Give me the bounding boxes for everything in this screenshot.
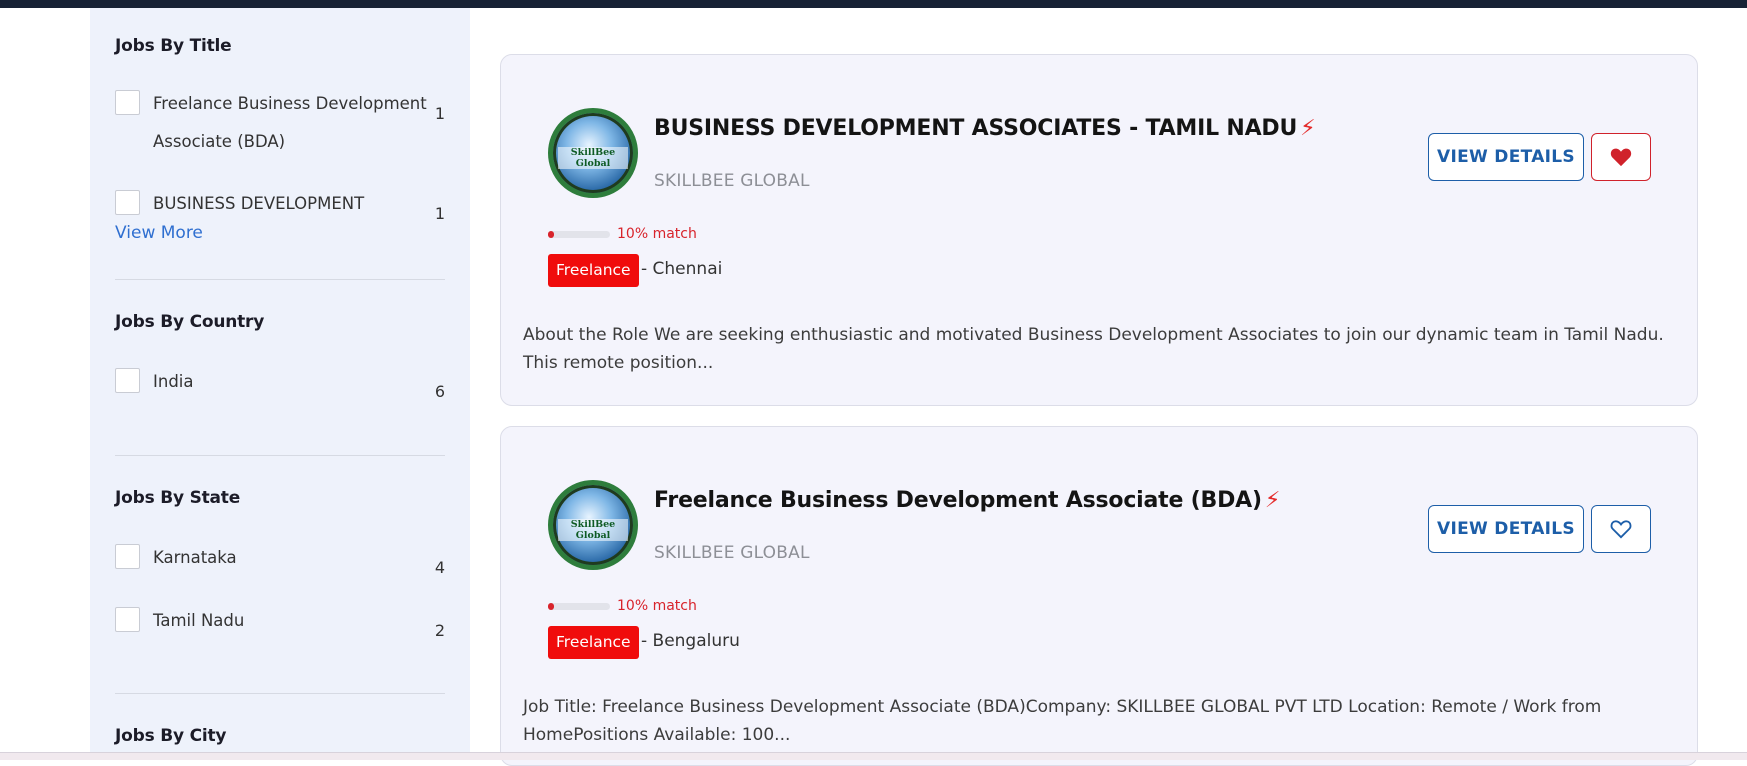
filter-label-line: Associate (BDA) (153, 132, 286, 151)
filter-label: Karnataka (153, 548, 237, 567)
company-logo: SkillBee Global (548, 480, 638, 570)
job-description: Job Title: Freelance Business Developmen… (523, 697, 1602, 745)
filter-section-country: Jobs By Country (115, 312, 445, 332)
job-location: - Chennai (641, 259, 723, 279)
job-title[interactable]: Freelance Business Development Associate… (654, 488, 1280, 513)
job-title-text[interactable]: BUSINESS DEVELOPMENT ASSOCIATES - TAMIL … (654, 116, 1297, 141)
divider (115, 693, 445, 694)
job-type-badge: Freelance (548, 626, 639, 659)
job-description: About the Role We are seeking enthusiast… (523, 325, 1664, 373)
filter-heading-state: Jobs By State (115, 488, 241, 508)
bottom-bar (0, 752, 1747, 760)
job-type-badge: Freelance (548, 254, 639, 287)
job-title-text[interactable]: Freelance Business Development Associate… (654, 488, 1262, 513)
company-logo-text: SkillBee Global (558, 519, 628, 541)
filter-section-state: Jobs By State (115, 488, 445, 508)
match-progress-bar (548, 231, 610, 238)
job-card[interactable]: SkillBee Global Freelance Business Devel… (500, 426, 1698, 766)
filter-heading-country: Jobs By Country (115, 312, 265, 332)
filter-label-line: Freelance Business Development (153, 94, 427, 113)
filter-list-country: India 6 (115, 368, 445, 408)
filter-section-city: Jobs By City (115, 726, 445, 746)
filter-count: 1 (434, 204, 445, 223)
filter-label: India (153, 372, 194, 391)
divider (115, 455, 445, 456)
filter-count: 1 (434, 104, 445, 123)
company-name: SKILLBEE GLOBAL (654, 171, 810, 191)
company-logo-text: SkillBee Global (558, 147, 628, 169)
filter-list-state: Karnataka 4 Tamil Nadu 2 (115, 544, 445, 654)
filter-label: Tamil Nadu (153, 611, 245, 630)
match-progress-bar (548, 603, 610, 610)
divider (115, 279, 445, 280)
company-logo: SkillBee Global (548, 108, 638, 198)
lightning-icon: ⚡ (1300, 116, 1316, 141)
filter-heading-title: Jobs By Title (115, 36, 232, 56)
match-percentage: 10% match (617, 598, 697, 614)
filter-count: 6 (434, 382, 445, 401)
favorite-button[interactable] (1591, 505, 1651, 553)
match-progress-fill (548, 603, 555, 610)
filter-checkbox[interactable] (115, 607, 140, 632)
view-details-button[interactable]: VIEW DETAILS (1428, 133, 1584, 181)
filter-checkbox[interactable] (115, 544, 140, 569)
view-details-button[interactable]: VIEW DETAILS (1428, 505, 1584, 553)
filter-checkbox[interactable] (115, 190, 140, 215)
top-navbar (0, 0, 1747, 8)
filter-section-title: Jobs By Title (115, 36, 445, 56)
filter-checkbox[interactable] (115, 90, 140, 115)
filter-count: 2 (434, 621, 445, 640)
job-title[interactable]: BUSINESS DEVELOPMENT ASSOCIATES - TAMIL … (654, 116, 1316, 141)
favorite-button[interactable] (1591, 133, 1651, 181)
lightning-icon: ⚡ (1264, 488, 1281, 513)
heart-filled-icon (1610, 148, 1632, 167)
filter-sidebar: Jobs By Title Freelance Business Develop… (90, 8, 470, 752)
view-more-link[interactable]: View More (115, 223, 203, 243)
filter-heading-city: Jobs By City (115, 726, 227, 746)
filter-label: Freelance Business Development Associate… (153, 90, 427, 161)
filter-label: BUSINESS DEVELOPMENT (153, 194, 365, 213)
heart-outline-icon (1610, 520, 1632, 539)
filter-checkbox[interactable] (115, 368, 140, 393)
match-percentage: 10% match (617, 226, 697, 242)
filter-count: 4 (434, 558, 445, 577)
filter-list-title[interactable]: Freelance Business Development Associate… (115, 90, 445, 235)
company-name: SKILLBEE GLOBAL (654, 543, 810, 563)
job-card[interactable]: SkillBee Global BUSINESS DEVELOPMENT ASS… (500, 54, 1698, 406)
job-location: - Bengaluru (641, 631, 740, 651)
match-progress-fill (548, 231, 555, 238)
